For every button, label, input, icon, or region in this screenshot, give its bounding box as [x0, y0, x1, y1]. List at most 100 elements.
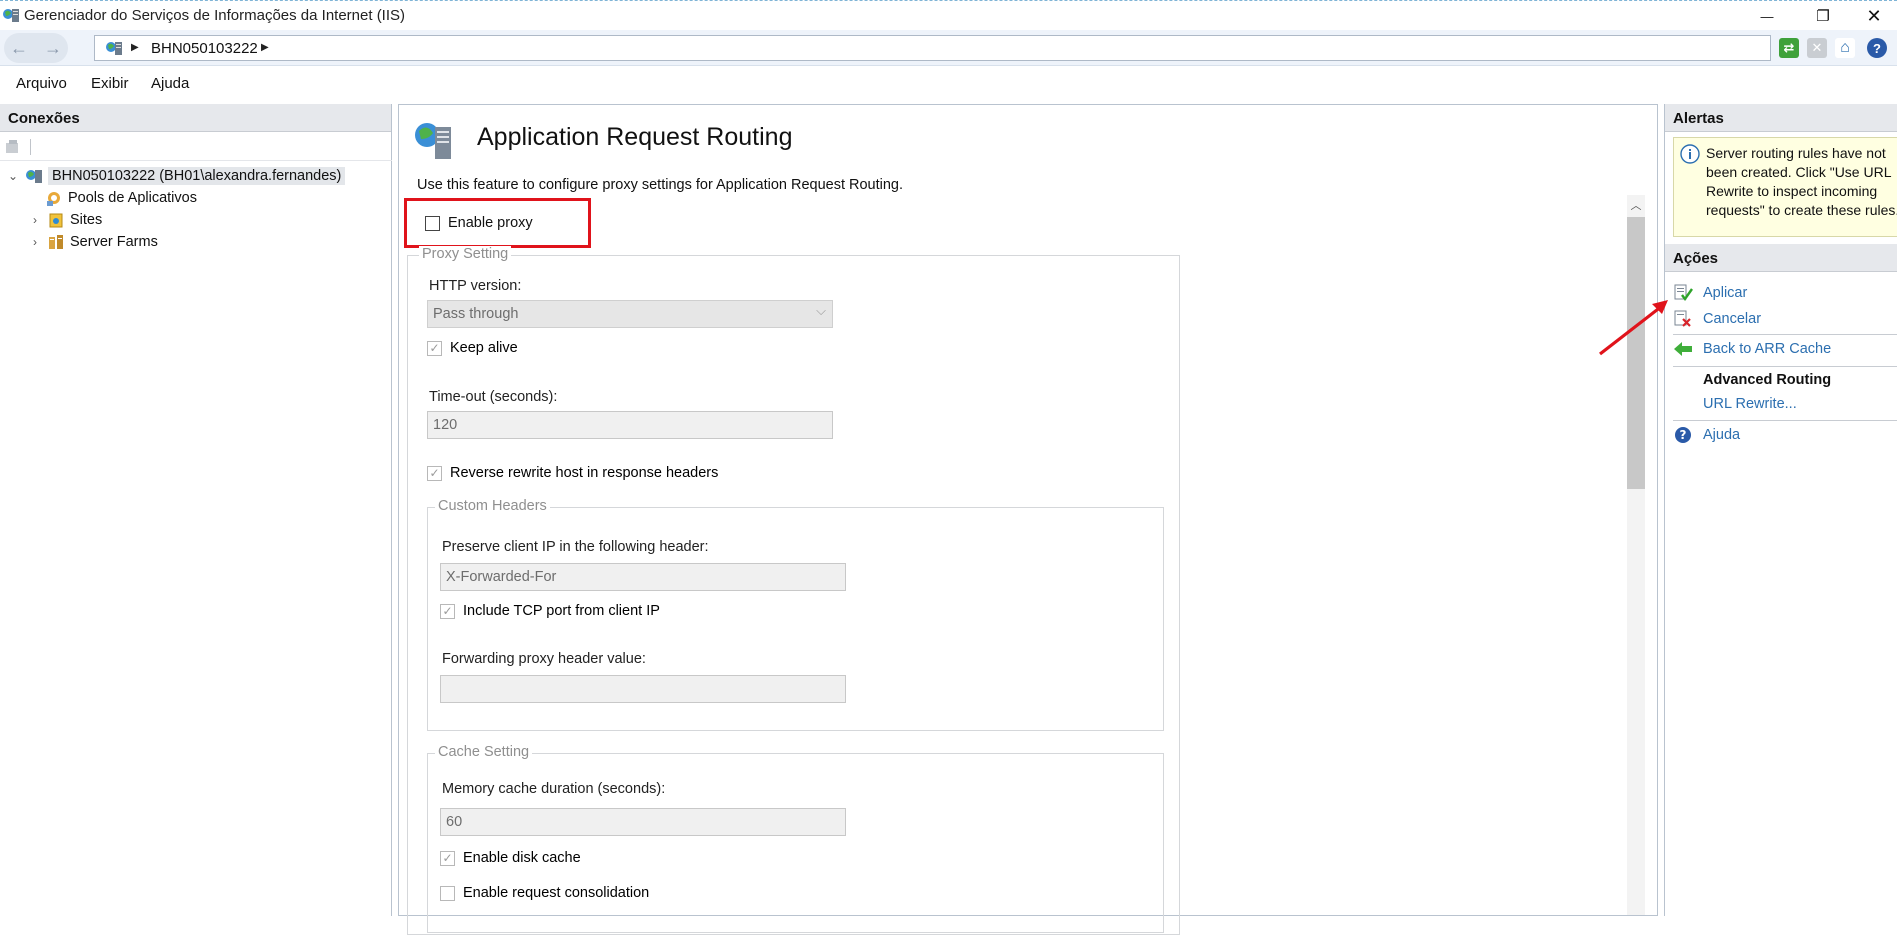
home-icon[interactable]: ⌂	[1835, 38, 1855, 58]
apply-action[interactable]: Aplicar	[1673, 284, 1747, 302]
advanced-routing-title: Advanced Routing	[1703, 372, 1832, 388]
tree-item-sites[interactable]: › Sites	[6, 209, 386, 231]
preserve-ip-label: Preserve client IP in the following head…	[442, 539, 709, 555]
checked-box-icon[interactable]: ✓	[427, 465, 442, 481]
sites-icon	[49, 213, 63, 228]
cancel-label[interactable]: Cancelar	[1703, 311, 1761, 327]
cache-setting-group-label: Cache Setting	[435, 744, 533, 760]
alert-message: Server routing rules have not been creat…	[1706, 145, 1897, 218]
breadcrumb-separator-icon: ▶	[131, 42, 139, 53]
custom-headers-group-label: Custom Headers	[435, 498, 550, 514]
apply-check-icon	[1674, 284, 1693, 302]
minimize-icon: —	[1760, 8, 1774, 24]
expand-chevron-icon[interactable]: ›	[28, 213, 42, 227]
tree-root-label[interactable]: BHN050103222 (BH01\alexandra.fernandes)	[48, 167, 346, 185]
scroll-up-icon[interactable]: ︿	[1627, 197, 1645, 215]
cancel-action[interactable]: Cancelar	[1673, 310, 1761, 328]
actions-divider	[1673, 420, 1897, 421]
app-pools-icon	[47, 192, 60, 206]
toolbar-divider	[30, 139, 31, 155]
tree-item-app-pools[interactable]: Pools de Aplicativos	[6, 187, 386, 209]
enable-disk-cache-checkbox[interactable]: ✓ Enable disk cache	[440, 850, 581, 866]
menu-exibir[interactable]: Exibir	[91, 75, 129, 92]
menu-ajuda[interactable]: Ajuda	[151, 75, 189, 92]
close-button[interactable]: ✕	[1851, 1, 1897, 31]
proxy-setting-group-label: Proxy Setting	[419, 246, 512, 262]
checkbox-box[interactable]	[425, 215, 440, 231]
help-label[interactable]: Ajuda	[1703, 427, 1740, 443]
breadcrumb-chevron-icon[interactable]: ▶	[261, 42, 269, 53]
timeout-label: Time-out (seconds):	[429, 389, 558, 405]
arr-feature-icon	[415, 123, 451, 159]
window-title: Gerenciador do Serviços de Informações d…	[24, 7, 406, 24]
checkbox-box[interactable]	[440, 885, 455, 901]
breadcrumb[interactable]: ▶ BHN050103222 ▶	[94, 35, 1771, 61]
iis-app-icon	[3, 9, 19, 22]
timeout-input[interactable]: 120	[427, 411, 833, 439]
tree-item-label[interactable]: Pools de Aplicativos	[68, 190, 197, 206]
connections-header: Conexões	[0, 104, 391, 132]
tree-item-server-farms[interactable]: › Server Farms	[6, 231, 386, 253]
help-question-icon: ?	[1675, 427, 1691, 443]
connections-toolbar	[0, 133, 392, 161]
menu-bar: Arquivo Exibir Ajuda	[0, 67, 1897, 101]
forwarding-header-input[interactable]	[440, 675, 846, 703]
back-to-arr-cache-action[interactable]: Back to ARR Cache	[1673, 340, 1831, 358]
collapse-chevron-icon[interactable]: ⌄	[6, 169, 20, 183]
alert-box: Server routing rules have not been creat…	[1673, 137, 1897, 237]
refresh-icon[interactable]: ⇄	[1779, 38, 1799, 58]
memory-cache-input[interactable]: 60	[440, 808, 846, 836]
http-version-select[interactable]: Pass through ⌵	[427, 300, 833, 328]
back-button[interactable]: ←	[6, 36, 32, 60]
checked-box-icon[interactable]: ✓	[440, 603, 455, 619]
tree-item-label[interactable]: Server Farms	[70, 234, 158, 250]
svg-text:?: ?	[1680, 428, 1687, 442]
enable-disk-cache-label: Enable disk cache	[463, 850, 581, 866]
help-action[interactable]: ? Ajuda	[1673, 426, 1740, 444]
server-icon	[106, 42, 122, 55]
reverse-rewrite-checkbox[interactable]: ✓ Reverse rewrite host in response heade…	[427, 465, 718, 481]
minimize-button[interactable]: —	[1744, 1, 1790, 31]
back-arrow-icon: ←	[10, 37, 28, 58]
breadcrumb-server[interactable]: BHN050103222	[151, 40, 258, 57]
http-version-value: Pass through	[433, 306, 519, 322]
chevron-down-icon: ⌵	[816, 303, 826, 318]
expand-chevron-icon[interactable]: ›	[28, 235, 42, 249]
forwarding-header-label: Forwarding proxy header value:	[442, 651, 646, 667]
include-tcp-port-checkbox[interactable]: ✓ Include TCP port from client IP	[440, 603, 660, 619]
apply-label[interactable]: Aplicar	[1703, 285, 1747, 301]
tree-item-label[interactable]: Sites	[70, 212, 102, 228]
menu-arquivo[interactable]: Arquivo	[16, 75, 67, 92]
enable-proxy-checkbox[interactable]: Enable proxy	[425, 215, 533, 231]
connections-panel: Conexões ⌄ BHN050103222 (BH01\alexandra.…	[0, 104, 392, 916]
annotation-arrow	[1599, 300, 1668, 356]
memory-cache-label: Memory cache duration (seconds):	[442, 781, 666, 797]
preserve-ip-input[interactable]: X-Forwarded-For	[440, 563, 846, 591]
checked-box-icon[interactable]: ✓	[427, 340, 442, 356]
restore-button[interactable]: ❐	[1800, 1, 1846, 31]
url-rewrite-link[interactable]: URL Rewrite...	[1703, 396, 1797, 412]
connect-icon[interactable]	[4, 138, 22, 156]
actions-divider	[1673, 334, 1897, 335]
tree-root-row[interactable]: ⌄ BHN050103222 (BH01\alexandra.fernandes…	[6, 165, 386, 187]
reverse-rewrite-label: Reverse rewrite host in response headers	[450, 465, 719, 481]
restore-icon: ❐	[1816, 8, 1830, 25]
actions-header: Ações	[1665, 244, 1897, 272]
info-icon	[1680, 144, 1700, 164]
feature-description: Use this feature to configure proxy sett…	[417, 177, 904, 193]
forward-button[interactable]: →	[40, 36, 66, 60]
alerts-header: Alertas	[1665, 104, 1897, 132]
forward-arrow-icon: →	[44, 37, 62, 58]
keep-alive-checkbox[interactable]: ✓ Keep alive	[427, 340, 518, 356]
checked-box-icon[interactable]: ✓	[440, 850, 455, 866]
include-tcp-port-label: Include TCP port from client IP	[463, 603, 660, 619]
enable-request-consolidation-label: Enable request consolidation	[463, 885, 650, 901]
enable-request-consolidation-checkbox[interactable]: Enable request consolidation	[440, 885, 649, 901]
connections-tree: ⌄ BHN050103222 (BH01\alexandra.fernandes…	[6, 165, 386, 253]
stop-icon[interactable]: ✕	[1807, 38, 1827, 58]
help-icon[interactable]: ?	[1867, 38, 1887, 58]
server-farms-icon	[49, 235, 63, 249]
back-to-arr-cache-label[interactable]: Back to ARR Cache	[1703, 341, 1831, 357]
server-icon	[26, 170, 42, 183]
cache-setting-group	[427, 753, 1164, 933]
